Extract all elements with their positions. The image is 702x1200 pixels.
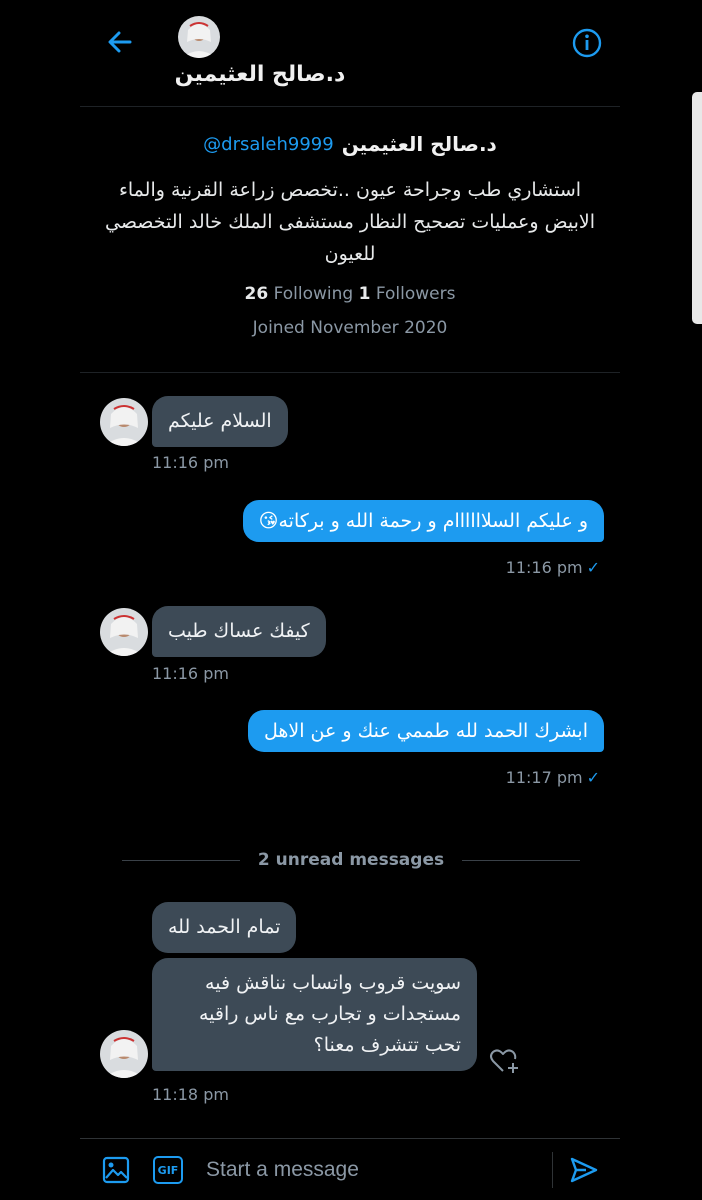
message-timestamp: 11:16 pm (152, 453, 229, 472)
divider-line (122, 859, 240, 861)
message-bubble-incoming[interactable]: السلام عليكم (152, 396, 288, 447)
sender-avatar[interactable] (100, 608, 148, 656)
send-icon[interactable] (568, 1154, 600, 1186)
scrollbar[interactable] (692, 92, 702, 324)
add-reaction-icon[interactable] (488, 1046, 522, 1076)
header-divider (80, 106, 620, 107)
timestamp-text: 11:17 pm (505, 768, 583, 787)
unread-label: 2 unread messages (257, 850, 445, 870)
conversation-header: د.صالح العثيمين (0, 0, 702, 108)
message-bubble-incoming[interactable]: كيفك عساك طيب (152, 606, 326, 657)
message-timestamp: 11:16 pm ✓ (506, 558, 600, 577)
composer-divider (80, 1138, 620, 1139)
message-bubble-outgoing[interactable]: ابشرك الحمد لله طممي عنك و عن الاهل (247, 710, 604, 752)
message-timestamp: 11:17 pm ✓ (506, 768, 600, 787)
message-text: ابشرك الحمد لله طممي عنك و عن الاهل (247, 710, 604, 752)
profile-bio: استشاري طب وجراحة عيون ..تخصص زراعة القر… (104, 179, 596, 265)
message-bubble-incoming[interactable]: تمام الحمد لله (152, 902, 297, 953)
header-avatar[interactable] (178, 16, 220, 58)
gif-button[interactable]: GIF (153, 1156, 183, 1184)
message-bubble-incoming[interactable]: سويت قروب واتساب نناقش فيه مستجدات و تجا… (152, 958, 477, 1071)
message-text: السلام عليكم (152, 396, 288, 447)
message-text: و عليكم السلاااااام و رحمة الله و بركاته… (242, 500, 604, 542)
header-title: د.صالح العثيمين (174, 62, 346, 87)
following-label[interactable]: Following (274, 284, 354, 304)
divider-line (462, 859, 581, 861)
message-text: كيفك عساك طيب (152, 606, 326, 657)
message-input[interactable] (200, 1148, 550, 1192)
followers-count[interactable]: 1 (359, 284, 371, 304)
message-composer: GIF (0, 1140, 702, 1200)
message-text: سويت قروب واتساب نناقش فيه مستجدات و تجا… (152, 958, 477, 1071)
sent-check-icon: ✓ (586, 558, 600, 577)
following-count[interactable]: 26 (245, 284, 269, 304)
profile-joined: Joined November 2020 (252, 318, 448, 338)
sender-avatar[interactable] (100, 1030, 148, 1078)
profile-stats: 26 Following 1 Followers (80, 284, 620, 304)
unread-divider: 2 unread messages (122, 848, 581, 872)
profile-divider (80, 372, 620, 373)
sender-avatar[interactable] (100, 398, 148, 446)
message-timestamp: 11:18 pm (152, 1085, 229, 1104)
timestamp-text: 11:16 pm (505, 558, 583, 577)
followers-label[interactable]: Followers (376, 284, 456, 304)
message-timestamp: 11:16 pm (152, 664, 229, 683)
message-text: تمام الحمد لله (152, 902, 297, 953)
profile-handle[interactable]: @drsaleh9999 (203, 134, 334, 155)
back-arrow-icon[interactable] (104, 26, 136, 58)
info-icon[interactable] (570, 26, 604, 60)
input-separator (552, 1152, 553, 1188)
message-bubble-outgoing[interactable]: و عليكم السلاااااام و رحمة الله و بركاته… (242, 500, 604, 542)
sent-check-icon: ✓ (586, 768, 600, 787)
profile-summary: @drsaleh9999 د.صالح العثيمين استشاري طب … (80, 132, 620, 338)
profile-name[interactable]: د.صالح العثيمين (342, 132, 497, 156)
image-icon[interactable] (102, 1156, 130, 1184)
